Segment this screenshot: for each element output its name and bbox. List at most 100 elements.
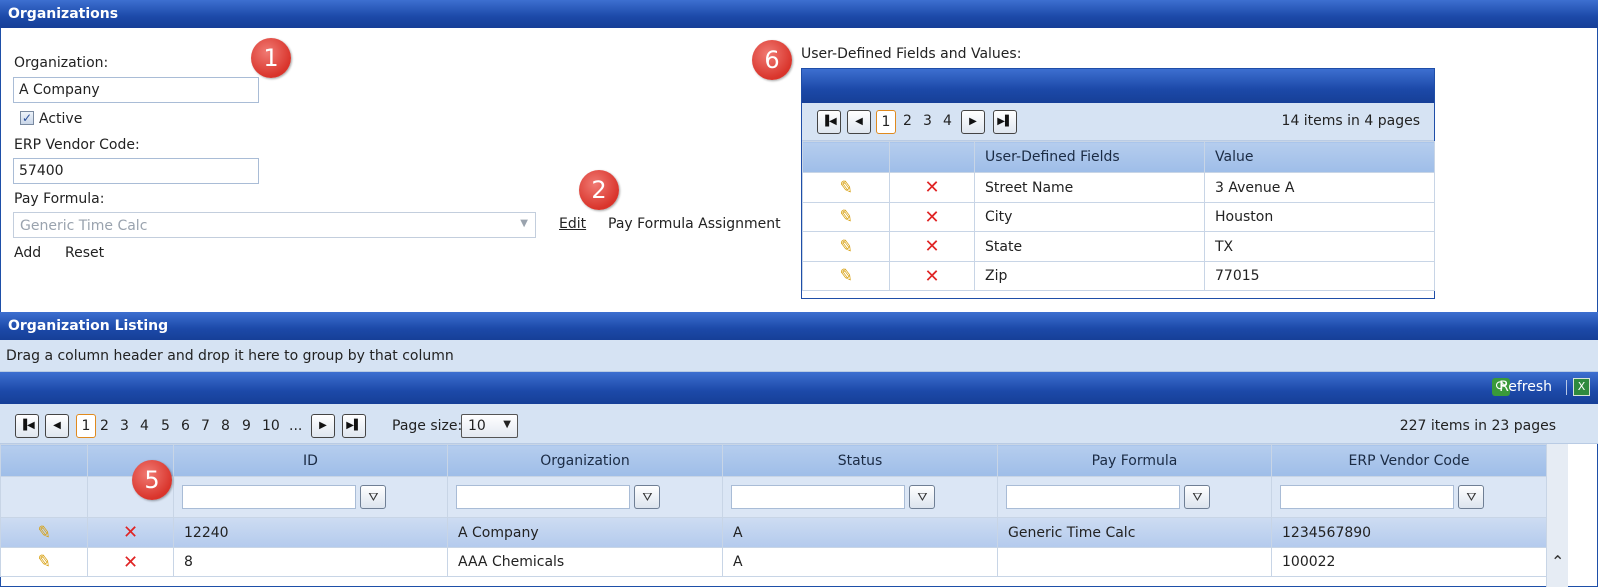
- pencil-icon[interactable]: ✎: [36, 522, 53, 544]
- listing-page-8[interactable]: 8: [221, 418, 230, 434]
- erp-vendor-code-cell: 1234567890: [1271, 517, 1547, 548]
- pay-formula-label: Pay Formula:: [14, 191, 105, 207]
- udf-field-cell: State: [974, 231, 1205, 262]
- pencil-icon[interactable]: ✎: [838, 177, 855, 199]
- export-excel-icon[interactable]: X: [1573, 378, 1590, 396]
- reset-button[interactable]: Reset: [65, 245, 104, 261]
- chevron-down-icon: ▼: [503, 419, 511, 430]
- filter-row: ⛛ ⛛ ⛛ ⛛ ⛛: [0, 476, 1547, 518]
- callout-2: 2: [579, 170, 619, 210]
- udf-value-cell: TX: [1204, 231, 1435, 262]
- listing-page-7[interactable]: 7: [201, 418, 210, 434]
- udf-field-cell: Zip: [974, 261, 1205, 291]
- pay-formula-filter-input[interactable]: [1006, 485, 1180, 509]
- udf-title: User-Defined Fields and Values:: [801, 46, 1022, 62]
- listing-page-more[interactable]: ...: [289, 418, 302, 434]
- udf-col-fields[interactable]: User-Defined Fields: [974, 141, 1205, 173]
- col-pay-formula[interactable]: Pay Formula: [997, 444, 1272, 477]
- organization-cell: A Company: [447, 517, 723, 548]
- pay-formula-cell: Generic Time Calc: [997, 517, 1272, 548]
- active-label: Active: [39, 111, 83, 127]
- pencil-icon[interactable]: ✎: [838, 206, 855, 228]
- table-row[interactable]: ✎ ✕ 12240 A Company A Generic Time Calc …: [0, 517, 1547, 548]
- udf-header-row: User-Defined Fields Value: [802, 141, 1435, 173]
- refresh-button[interactable]: Refresh: [1499, 379, 1552, 395]
- listing-page-4[interactable]: 4: [140, 418, 149, 434]
- udf-table: User-Defined Fields Value ✎ ✕ Street Nam…: [802, 141, 1435, 291]
- status-cell: A: [722, 517, 998, 548]
- callout-6: 6: [752, 40, 792, 80]
- delete-x-icon[interactable]: ✕: [924, 207, 939, 228]
- last-page-icon[interactable]: ▶▌: [993, 110, 1017, 134]
- table-row: ✎ ✕ Zip 77015: [802, 261, 1435, 291]
- col-edit: [0, 444, 88, 477]
- udf-grid-header-bar: [802, 69, 1434, 103]
- udf-page-1[interactable]: 1: [876, 110, 896, 134]
- first-page-icon[interactable]: ▐◀: [817, 110, 841, 134]
- next-page-icon[interactable]: ▶: [311, 414, 335, 438]
- prev-page-icon[interactable]: ◀: [847, 110, 871, 134]
- delete-x-icon[interactable]: ✕: [123, 552, 138, 573]
- organization-input[interactable]: [13, 77, 259, 103]
- group-by-hint: Drag a column header and drop it here to…: [6, 348, 454, 364]
- group-by-area[interactable]: Drag a column header and drop it here to…: [0, 340, 1598, 372]
- delete-x-icon[interactable]: ✕: [924, 177, 939, 198]
- pencil-icon[interactable]: ✎: [838, 265, 855, 287]
- listing-page-3[interactable]: 3: [120, 418, 129, 434]
- toolbar-divider: [1566, 380, 1567, 395]
- listing-pager-summary: 227 items in 23 pages: [1399, 418, 1556, 434]
- erp-vendor-code-label: ERP Vendor Code:: [14, 137, 140, 153]
- add-button[interactable]: Add: [14, 245, 41, 261]
- col-status[interactable]: Status: [722, 444, 998, 477]
- udf-page-3[interactable]: 3: [923, 113, 932, 129]
- callout-5: 5: [132, 460, 172, 500]
- listing-pager: ▐◀ ◀ 1 2 3 4 5 6 7 8 9 10 ... ▶ ▶▌ Page …: [0, 404, 1598, 444]
- page-size-select[interactable]: 10 ▼: [461, 414, 518, 438]
- scroll-up-icon[interactable]: ⌃: [1551, 552, 1564, 571]
- delete-x-icon[interactable]: ✕: [924, 236, 939, 257]
- organization-filter-input[interactable]: [456, 485, 630, 509]
- listing-page-5[interactable]: 5: [161, 418, 170, 434]
- listing-page-2[interactable]: 2: [100, 418, 109, 434]
- pay-formula-select[interactable]: Generic Time Calc ▼: [13, 212, 536, 238]
- listing-page-9[interactable]: 9: [242, 418, 251, 434]
- listing-page-10[interactable]: 10: [262, 418, 280, 434]
- filter-icon[interactable]: ⛛: [1184, 485, 1211, 509]
- pay-formula-cell: [997, 547, 1272, 577]
- udf-col-value[interactable]: Value: [1204, 141, 1435, 173]
- listing-page-6[interactable]: 6: [181, 418, 190, 434]
- first-page-icon[interactable]: ▐◀: [15, 414, 39, 438]
- table-row: ✎ ✕ Street Name 3 Avenue A: [802, 172, 1435, 203]
- udf-page-4[interactable]: 4: [943, 113, 952, 129]
- erp-vendor-code-filter-input[interactable]: [1280, 485, 1454, 509]
- col-erp-vendor-code[interactable]: ERP Vendor Code: [1271, 444, 1547, 477]
- id-cell: 12240: [173, 517, 448, 548]
- pencil-icon[interactable]: ✎: [838, 236, 855, 258]
- pay-formula-assignment-label: Pay Formula Assignment: [608, 216, 781, 232]
- udf-col-edit: [802, 141, 890, 173]
- prev-page-icon[interactable]: ◀: [45, 414, 69, 438]
- udf-value-cell: 77015: [1204, 261, 1435, 291]
- table-row: ✎ ✕ City Houston: [802, 202, 1435, 232]
- next-page-icon[interactable]: ▶: [961, 110, 985, 134]
- udf-page-2[interactable]: 2: [903, 113, 912, 129]
- active-checkbox[interactable]: ✓: [20, 111, 34, 125]
- listing-page-1[interactable]: 1: [76, 414, 96, 438]
- last-page-icon[interactable]: ▶▌: [342, 414, 366, 438]
- table-row[interactable]: ✎ ✕ 8 AAA Chemicals A 100022: [0, 547, 1547, 577]
- col-organization[interactable]: Organization: [447, 444, 723, 477]
- pencil-icon[interactable]: ✎: [36, 551, 53, 573]
- status-filter-input[interactable]: [731, 485, 905, 509]
- delete-x-icon[interactable]: ✕: [123, 522, 138, 543]
- delete-x-icon[interactable]: ✕: [924, 266, 939, 287]
- filter-icon[interactable]: ⛛: [360, 485, 387, 509]
- filter-icon[interactable]: ⛛: [909, 485, 936, 509]
- id-filter-input[interactable]: [182, 485, 356, 509]
- vertical-scrollbar[interactable]: ⌃: [1546, 444, 1568, 587]
- edit-pay-formula-link[interactable]: Edit: [559, 216, 586, 232]
- col-id[interactable]: ID: [173, 444, 448, 477]
- erp-vendor-code-input[interactable]: [13, 158, 259, 184]
- organization-listing-header: Organization Listing: [0, 312, 1598, 340]
- filter-icon[interactable]: ⛛: [634, 485, 661, 509]
- filter-icon[interactable]: ⛛: [1458, 485, 1485, 509]
